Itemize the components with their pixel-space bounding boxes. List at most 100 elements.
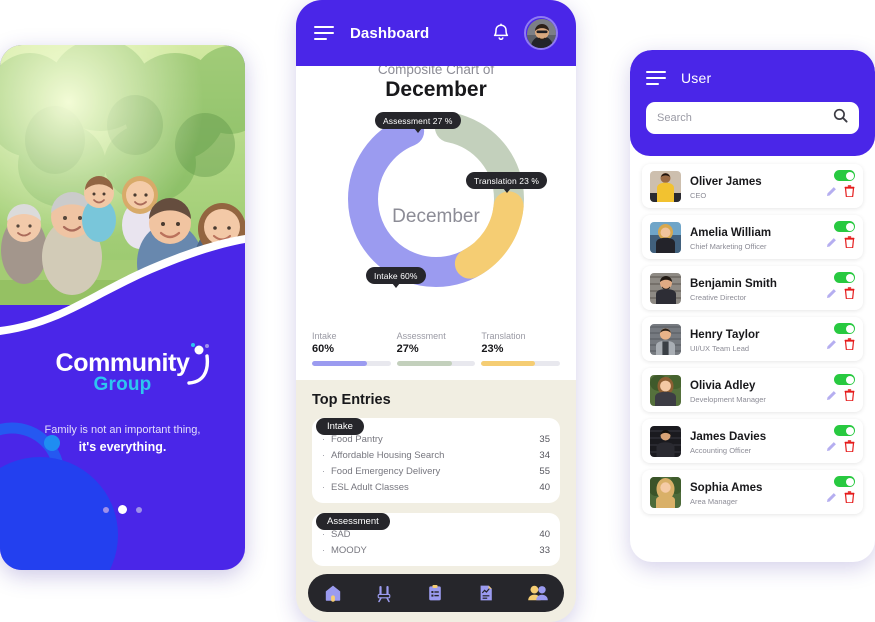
avatar[interactable] xyxy=(524,16,558,50)
entry-group-intake: Intake · Food Pantry 35 · Affordable Hou… xyxy=(312,418,560,503)
entry-value: 40 xyxy=(539,528,550,540)
status-toggle[interactable] xyxy=(834,323,855,334)
user-name: Oliver James xyxy=(690,176,762,188)
table-row[interactable]: Amelia William Chief Marketing Officer xyxy=(642,215,863,259)
row-icon-buttons xyxy=(826,286,855,304)
list-item[interactable]: · Affordable Housing Search 34 xyxy=(322,447,550,463)
donut-chart: December Assessment 27 % Translation 23 … xyxy=(296,106,576,331)
table-row[interactable]: Sophia Ames Area Manager xyxy=(642,470,863,514)
user-name: Olivia Adley xyxy=(690,380,756,392)
legend-label: Intake xyxy=(312,331,337,341)
user-role: Chief Marketing Officer xyxy=(690,242,767,251)
pagination-dots[interactable] xyxy=(0,505,245,514)
avatar xyxy=(650,476,681,508)
row-actions xyxy=(826,170,855,202)
row-actions xyxy=(826,323,855,355)
list-item[interactable]: · Food Emergency Delivery 55 xyxy=(322,463,550,479)
row-actions xyxy=(826,476,855,508)
brand-swoosh-icon xyxy=(183,342,221,395)
entry-name: Affordable Housing Search xyxy=(331,449,445,461)
status-toggle[interactable] xyxy=(834,374,855,385)
user-role: Accounting Officer xyxy=(690,446,752,455)
user-name: Benjamin Smith xyxy=(690,278,777,290)
status-toggle[interactable] xyxy=(834,272,855,283)
bullet-icon: · xyxy=(322,529,325,539)
status-toggle[interactable] xyxy=(834,476,855,487)
legend-label: Assessment xyxy=(396,331,446,341)
edit-pencil-icon[interactable] xyxy=(826,286,837,304)
legend-item-assessment: Assessment 27% xyxy=(396,331,476,366)
user-meta: Olivia Adley Development Manager xyxy=(690,376,826,404)
brand-primary: Community xyxy=(55,349,190,377)
edit-pencil-icon[interactable] xyxy=(826,235,837,253)
people-users-icon[interactable] xyxy=(527,583,549,603)
status-toggle[interactable] xyxy=(834,425,855,436)
analytics-chart-icon[interactable] xyxy=(374,583,394,603)
avatar xyxy=(650,323,681,355)
edit-pencil-icon[interactable] xyxy=(826,184,837,202)
screenshot-stage: Community Group Family is not an importa… xyxy=(0,0,875,622)
user-role: CEO xyxy=(690,191,707,200)
legend-value: 23% xyxy=(481,343,504,355)
avatar xyxy=(650,272,681,304)
legend-progress-bar xyxy=(396,361,476,366)
status-toggle[interactable] xyxy=(834,170,855,181)
dashboard-header: Dashboard xyxy=(296,0,576,66)
section-title: Top Entries xyxy=(312,392,391,408)
delete-trash-icon[interactable] xyxy=(844,388,855,406)
hamburger-icon[interactable] xyxy=(314,25,334,41)
home-icon[interactable] xyxy=(323,583,343,603)
tooltip-translation: Translation 23 % xyxy=(466,172,548,193)
user-role: UI/UX Team Lead xyxy=(690,344,750,353)
delete-trash-icon[interactable] xyxy=(844,286,855,304)
tooltip-assessment: Assessment 27 % xyxy=(375,112,461,133)
edit-pencil-icon[interactable] xyxy=(826,337,837,355)
user-name: Sophia Ames xyxy=(690,482,763,494)
delete-trash-icon[interactable] xyxy=(844,337,855,355)
delete-trash-icon[interactable] xyxy=(844,184,855,202)
avatar xyxy=(650,425,681,457)
onboarding-phone: Community Group Family is not an importa… xyxy=(0,45,245,570)
edit-pencil-icon[interactable] xyxy=(826,388,837,406)
search-input[interactable] xyxy=(657,112,833,124)
legend-progress-bar xyxy=(312,361,391,366)
list-item[interactable]: · ESL Adult Classes 40 xyxy=(322,479,550,495)
pager-dot-1[interactable] xyxy=(103,506,109,513)
legend-item-translation: Translation 23% xyxy=(481,331,561,366)
row-icon-buttons xyxy=(826,439,855,457)
user-meta: Amelia William Chief Marketing Officer xyxy=(690,223,826,251)
hamburger-icon[interactable] xyxy=(646,70,666,86)
row-actions xyxy=(826,374,855,406)
delete-trash-icon[interactable] xyxy=(844,235,855,253)
table-row[interactable]: Benjamin Smith Creative Director xyxy=(642,266,863,310)
header-actions xyxy=(492,16,558,50)
clipboard-list-icon[interactable] xyxy=(425,583,445,603)
dashboard-phone: Dashboard Composite Chart of December De… xyxy=(296,0,576,622)
table-row[interactable]: Oliver James CEO xyxy=(642,164,863,208)
table-row[interactable]: Henry Taylor UI/UX Team Lead xyxy=(642,317,863,361)
brand-lockup: Community Group xyxy=(50,343,210,396)
user-meta: Benjamin Smith Creative Director xyxy=(690,274,826,302)
pager-dot-3[interactable] xyxy=(136,506,142,513)
delete-trash-icon[interactable] xyxy=(844,490,855,508)
table-row[interactable]: James Davies Accounting Officer xyxy=(642,419,863,463)
table-row[interactable]: Olivia Adley Development Manager xyxy=(642,368,863,412)
edit-pencil-icon[interactable] xyxy=(826,439,837,457)
user-header-top: User xyxy=(646,70,859,86)
row-icon-buttons xyxy=(826,337,855,355)
user-name: Amelia William xyxy=(690,227,772,239)
avatar xyxy=(650,170,681,202)
status-toggle[interactable] xyxy=(834,221,855,232)
search-bar[interactable] xyxy=(646,102,859,134)
bullet-icon: · xyxy=(322,434,325,444)
pager-dot-2[interactable] xyxy=(118,505,127,514)
bell-icon[interactable] xyxy=(492,23,510,43)
document-report-icon[interactable] xyxy=(476,583,496,603)
user-meta: James Davies Accounting Officer xyxy=(690,427,826,455)
entry-name: ESL Adult Classes xyxy=(331,481,409,493)
row-icon-buttons xyxy=(826,388,855,406)
search-icon[interactable] xyxy=(833,108,848,128)
delete-trash-icon[interactable] xyxy=(844,439,855,457)
list-item[interactable]: · MOODY 33 xyxy=(322,542,550,558)
edit-pencil-icon[interactable] xyxy=(826,490,837,508)
